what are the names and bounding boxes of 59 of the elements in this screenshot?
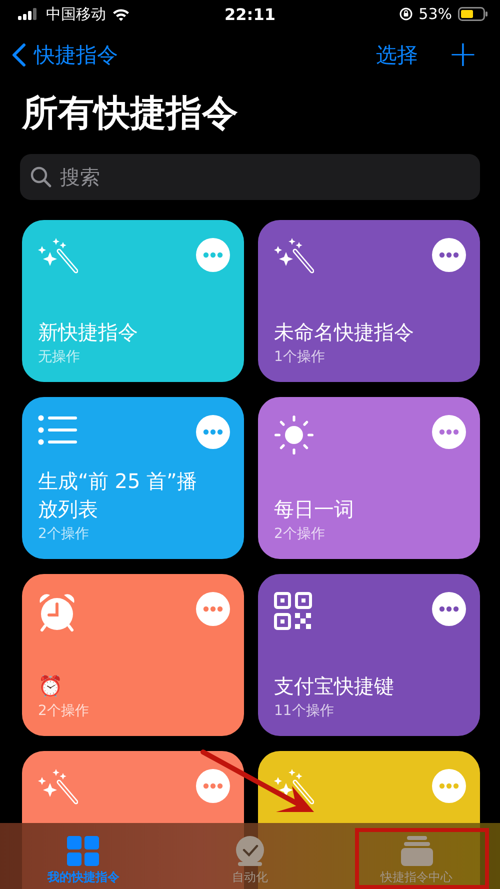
stacked-cards-icon	[400, 836, 433, 866]
add-button[interactable]: +	[448, 37, 478, 73]
wifi-icon	[112, 8, 130, 20]
rotation-lock-icon	[398, 7, 413, 21]
action-count: 2个操作	[38, 525, 89, 543]
shortcut-title: 生成“前 25 首”播放列表	[38, 468, 198, 523]
shortcut-card[interactable]: 支付宝快捷键 11个操作	[258, 574, 480, 736]
select-button[interactable]: 选择	[376, 41, 418, 69]
page-title: 所有快捷指令	[22, 92, 239, 136]
qr-code-icon	[274, 592, 312, 630]
battery-icon	[458, 7, 488, 21]
shortcut-card[interactable]: ⏰ 2个操作	[22, 574, 244, 736]
action-count: 1个操作	[274, 348, 325, 366]
shortcut-card[interactable]: 未命名快捷指令 1个操作	[258, 220, 480, 382]
shortcut-card[interactable]: 新快捷指令 无操作	[22, 220, 244, 382]
tab[interactable]: 快捷指令中心	[333, 823, 500, 889]
more-button[interactable]	[196, 592, 230, 626]
clock-icon	[234, 836, 266, 866]
more-button[interactable]	[196, 415, 230, 449]
chevron-left-icon	[12, 43, 26, 67]
shortcut-title: ⏰	[38, 673, 63, 700]
magic-wand-icon	[274, 769, 314, 805]
tab[interactable]: 自动化	[166, 823, 334, 889]
battery-percent: 53%	[418, 5, 452, 23]
ellipsis-icon	[203, 606, 223, 612]
more-button[interactable]	[432, 415, 466, 449]
ellipsis-icon	[439, 606, 459, 612]
shortcut-card[interactable]: 生成“前 25 首”播放列表 2个操作	[22, 397, 244, 559]
more-button[interactable]	[196, 769, 230, 803]
more-button[interactable]	[432, 238, 466, 272]
action-count: 11个操作	[274, 702, 334, 720]
search-icon	[30, 166, 52, 188]
magic-wand-icon	[38, 769, 78, 805]
grid-icon	[67, 836, 100, 866]
list-icon	[38, 415, 78, 445]
alarm-clock-icon	[38, 592, 76, 632]
clock-time: 22:11	[224, 4, 276, 24]
search-field[interactable]: 搜索	[20, 154, 480, 200]
ellipsis-icon	[203, 429, 223, 435]
shortcut-title: 新快捷指令	[38, 319, 138, 346]
action-count: 无操作	[38, 348, 80, 366]
back-button[interactable]: 快捷指令	[12, 41, 118, 69]
shortcut-title: 未命名快捷指令	[274, 319, 414, 346]
shortcut-card[interactable]: 每日一词 2个操作	[258, 397, 480, 559]
more-button[interactable]	[432, 592, 466, 626]
sun-icon	[274, 415, 314, 455]
shortcut-title: 每日一词	[274, 496, 354, 523]
shortcut-title: 支付宝快捷键	[274, 673, 394, 700]
ellipsis-icon	[203, 252, 223, 258]
magic-wand-icon	[38, 238, 78, 274]
ellipsis-icon	[439, 429, 459, 435]
carrier-name: 中国移动	[46, 4, 106, 24]
ellipsis-icon	[203, 783, 223, 789]
ellipsis-icon	[439, 783, 459, 789]
action-count: 2个操作	[274, 525, 325, 543]
tab[interactable]: 我的快捷指令	[0, 823, 167, 889]
magic-wand-icon	[274, 238, 314, 274]
action-count: 2个操作	[38, 702, 89, 720]
ellipsis-icon	[439, 252, 459, 258]
